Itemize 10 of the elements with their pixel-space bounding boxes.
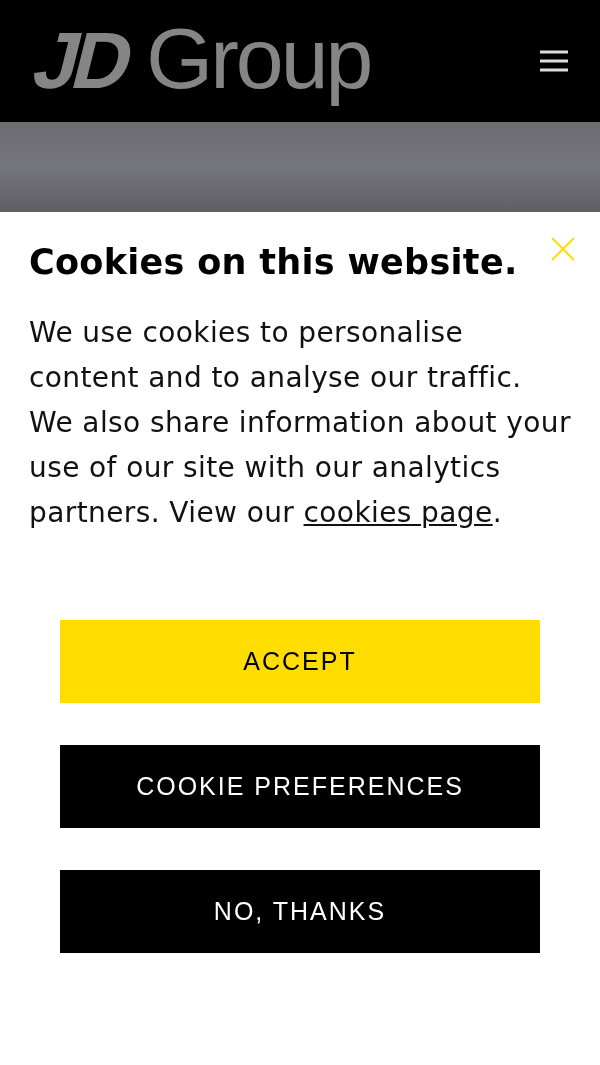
- menu-icon: [538, 48, 570, 74]
- banner-button[interactable]: NO, THANKS: [60, 870, 540, 953]
- close-icon: [550, 236, 576, 262]
- logo-wordmark[interactable]: Group: [146, 7, 375, 111]
- cookies-page-link[interactable]: cookies page: [303, 496, 493, 529]
- banner-title: Cookies on this website.: [29, 242, 518, 282]
- banner-button[interactable]: COOKIE PREFERENCES: [60, 745, 540, 828]
- banner-text: We use cookies to personalise content and to analyse our traffic. We also share information about your use of our site with our analytics partners. View our cookies page.: [29, 315, 571, 531]
- menu-button[interactable]: [538, 48, 570, 74]
- accept-button[interactable]: ACCEPT: [60, 620, 540, 703]
